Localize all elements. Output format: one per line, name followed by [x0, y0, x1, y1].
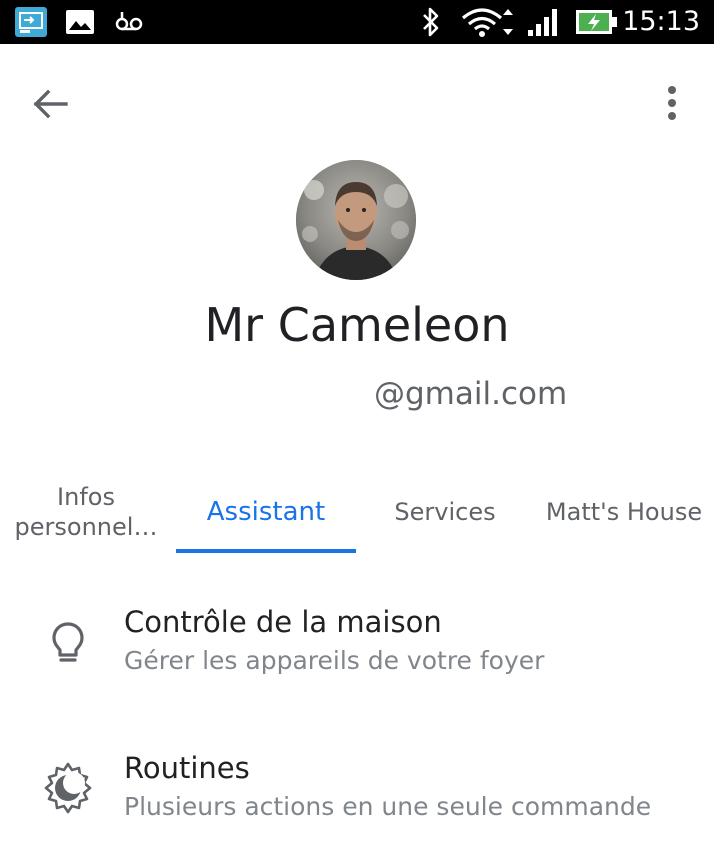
back-arrow-icon[interactable] [30, 84, 70, 124]
battery-charging-icon [576, 10, 617, 34]
list-item-routines[interactable]: Routines Plusieurs actions en une seule … [0, 734, 714, 854]
tab-assistant[interactable]: Assistant [176, 470, 356, 554]
tab-matts-house[interactable]: Matt's House [534, 470, 714, 554]
list-item-title: Contrôle de la maison [124, 605, 442, 639]
routines-sun-moon-icon [44, 762, 92, 814]
avatar[interactable] [296, 160, 416, 280]
status-time: 15:13 [622, 6, 700, 37]
list-item-subtitle: Plusieurs actions en une seule commande [124, 792, 652, 821]
profile-email: @gmail.com [374, 376, 568, 412]
bluetooth-icon [423, 7, 439, 37]
signal-icon [528, 9, 557, 36]
tab-services[interactable]: Services [356, 470, 534, 554]
list-item-subtitle: Gérer les appareils de votre foyer [124, 646, 545, 675]
voicemail-icon [115, 12, 143, 31]
screen-cast-icon [15, 7, 47, 37]
wifi-icon [461, 8, 513, 37]
more-options-icon[interactable] [654, 82, 690, 126]
list-item-title: Routines [124, 751, 250, 785]
profile-name: Mr Cameleon [204, 298, 510, 352]
avatar-photo [296, 160, 416, 280]
tab-personal-info[interactable]: Infos personnel… [0, 470, 172, 554]
image-icon [66, 10, 94, 34]
account-screen: 15:13 Mr Cameleon @gmail.com Infos perso… [0, 0, 714, 856]
active-tab-indicator [176, 549, 356, 553]
status-bar: 15:13 [0, 0, 714, 44]
lightbulb-icon [52, 622, 84, 662]
list-item-home-control[interactable]: Contrôle de la maison Gérer les appareil… [0, 588, 714, 708]
